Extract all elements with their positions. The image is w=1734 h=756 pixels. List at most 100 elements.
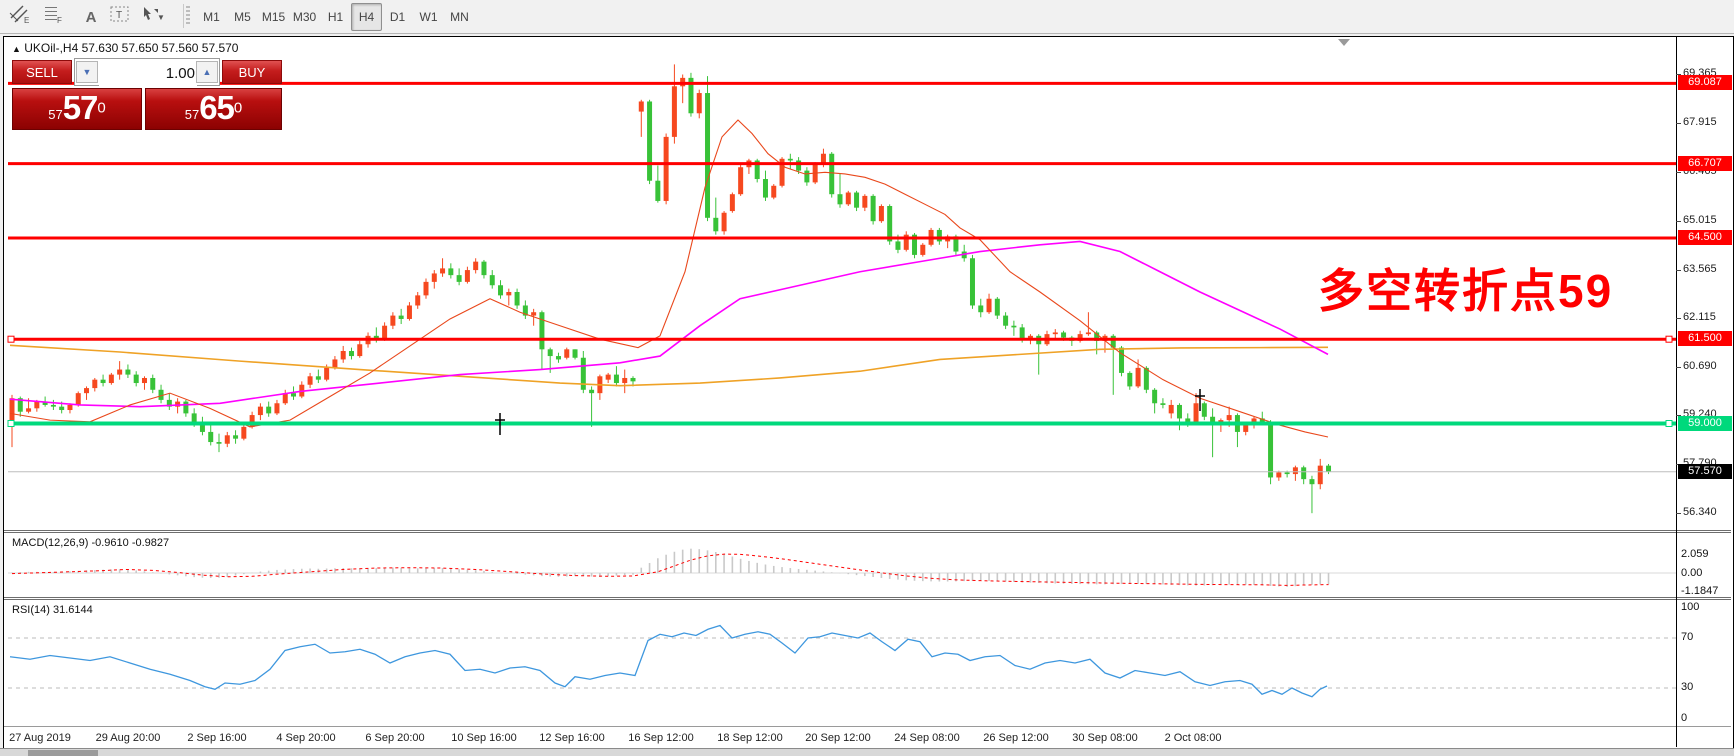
candle-up	[730, 194, 735, 211]
rsi-level-label: 100	[1681, 601, 1699, 613]
candle-down	[631, 378, 636, 381]
hline-handle[interactable]	[8, 421, 14, 427]
timeframe-button-h1[interactable]: H1	[320, 3, 351, 31]
candle-up	[92, 380, 97, 388]
rsi-line[interactable]	[10, 626, 1327, 697]
candle-down	[1061, 332, 1066, 337]
toolbar-grip[interactable]	[186, 6, 190, 26]
candle-up	[357, 344, 362, 356]
candle-up	[241, 427, 246, 439]
timeframe-button-m1[interactable]: M1	[196, 3, 227, 31]
candle-down	[490, 275, 495, 285]
timeframe-button-m30[interactable]: M30	[289, 3, 320, 31]
candle-up	[473, 262, 478, 270]
candle-up	[76, 393, 81, 405]
hline-price-tag[interactable]: 64.500	[1678, 230, 1732, 245]
time-axis-label: 16 Sep 12:00	[611, 732, 711, 744]
buy-price-button[interactable]: 57650	[145, 88, 282, 130]
time-axis-separator	[4, 726, 1731, 727]
quote-line: ▲ UKOil-,H4 57.630 57.650 57.560 57.570	[12, 41, 238, 55]
candle-down	[556, 356, 561, 359]
candle-down	[217, 442, 222, 444]
time-axis-label: 18 Sep 12:00	[700, 732, 800, 744]
price-tick-label: 62.115	[1683, 311, 1716, 323]
quote-low: 57.560	[162, 41, 199, 55]
scroll-anchor-icon[interactable]	[1338, 39, 1350, 46]
time-axis-label: 10 Sep 16:00	[434, 732, 534, 744]
candle-down	[1152, 390, 1157, 403]
buy-button[interactable]: BUY	[222, 60, 282, 84]
hline-price-tag[interactable]: 69.087	[1678, 75, 1732, 90]
timeframe-button-mn[interactable]: MN	[444, 3, 475, 31]
hline-handle[interactable]	[1666, 336, 1672, 342]
chart-annotation-text: 多空转折点59	[1318, 255, 1613, 321]
volume-decrease-button[interactable]: ▼	[76, 61, 98, 83]
macd-signal-line[interactable]	[12, 554, 1329, 585]
candle-up	[862, 196, 867, 208]
svg-text:E: E	[24, 16, 29, 24]
sell-price-button[interactable]: 57570	[12, 88, 142, 130]
candle-up	[109, 375, 114, 383]
svg-text:T: T	[116, 10, 122, 21]
candle-up	[67, 405, 72, 410]
candle-down	[233, 435, 238, 438]
candle-down	[150, 378, 155, 390]
equidistant-channel-icon[interactable]: E	[8, 3, 40, 31]
candle-down	[1301, 467, 1306, 479]
time-axis-label: 12 Sep 16:00	[522, 732, 622, 744]
buy-price-sup: 0	[234, 100, 242, 117]
rsi-panel-separator[interactable]	[4, 597, 1731, 600]
sell-price-sup: 0	[97, 100, 105, 117]
candle-down	[1309, 479, 1314, 484]
candle-up	[738, 167, 743, 194]
macd-min-label: -1.1847	[1681, 585, 1718, 597]
timeframe-button-w1[interactable]: W1	[413, 3, 444, 31]
label-tool-icon[interactable]: T	[108, 3, 140, 31]
timeframe-button-d1[interactable]: D1	[382, 3, 413, 31]
candle-up	[1276, 472, 1281, 477]
candle-up	[332, 359, 337, 367]
candle-down	[713, 218, 718, 231]
candle-up	[274, 403, 279, 413]
candle-up	[846, 193, 851, 205]
candle-up	[424, 282, 429, 295]
candle-up	[117, 370, 122, 375]
candle-up	[697, 93, 702, 113]
timeframe-button-h4[interactable]: H4	[351, 3, 382, 31]
candle-up	[531, 312, 536, 315]
candle-up	[415, 295, 420, 305]
price-axis-line	[1676, 37, 1677, 747]
hline-handle[interactable]	[8, 336, 14, 342]
rsi-label: RSI(14) 31.6144	[12, 604, 93, 616]
candle-down	[937, 230, 942, 241]
candle-up	[382, 326, 387, 339]
hline-price-tag[interactable]: 61.500	[1678, 331, 1732, 346]
macd-panel-separator[interactable]	[4, 530, 1731, 533]
price-tick-label: 60.690	[1683, 360, 1717, 372]
candle-up	[672, 86, 677, 137]
price-tick-label: 65.015	[1683, 214, 1717, 226]
volume-input[interactable]	[99, 60, 197, 86]
arrow-objects-icon[interactable]: ▼	[140, 3, 180, 31]
hline-price-tag[interactable]: 66.707	[1678, 156, 1732, 171]
fibonacci-grid-icon[interactable]: F	[42, 3, 74, 31]
candle-up	[324, 368, 329, 380]
text-tool-icon[interactable]: A	[76, 3, 106, 31]
candle-up	[1227, 415, 1232, 420]
candle-up	[341, 351, 346, 359]
volume-increase-button[interactable]: ▲	[196, 61, 218, 83]
candle-up	[920, 245, 925, 255]
candle-up	[664, 137, 669, 201]
candle-up	[225, 435, 230, 443]
sell-price-pips: 57	[63, 89, 98, 126]
hline-handle[interactable]	[1666, 421, 1672, 427]
candle-up	[142, 378, 147, 383]
toolbar-separator	[183, 4, 184, 28]
timeframe-button-m5[interactable]: M5	[227, 3, 258, 31]
candle-up	[34, 402, 39, 409]
symbol-arrow-icon[interactable]: ▲	[12, 44, 21, 54]
candle-up	[1293, 467, 1298, 474]
sell-button[interactable]: SELL	[12, 60, 72, 84]
timeframe-button-m15[interactable]: M15	[258, 3, 289, 31]
hline-price-tag[interactable]: 59.000	[1678, 416, 1732, 431]
